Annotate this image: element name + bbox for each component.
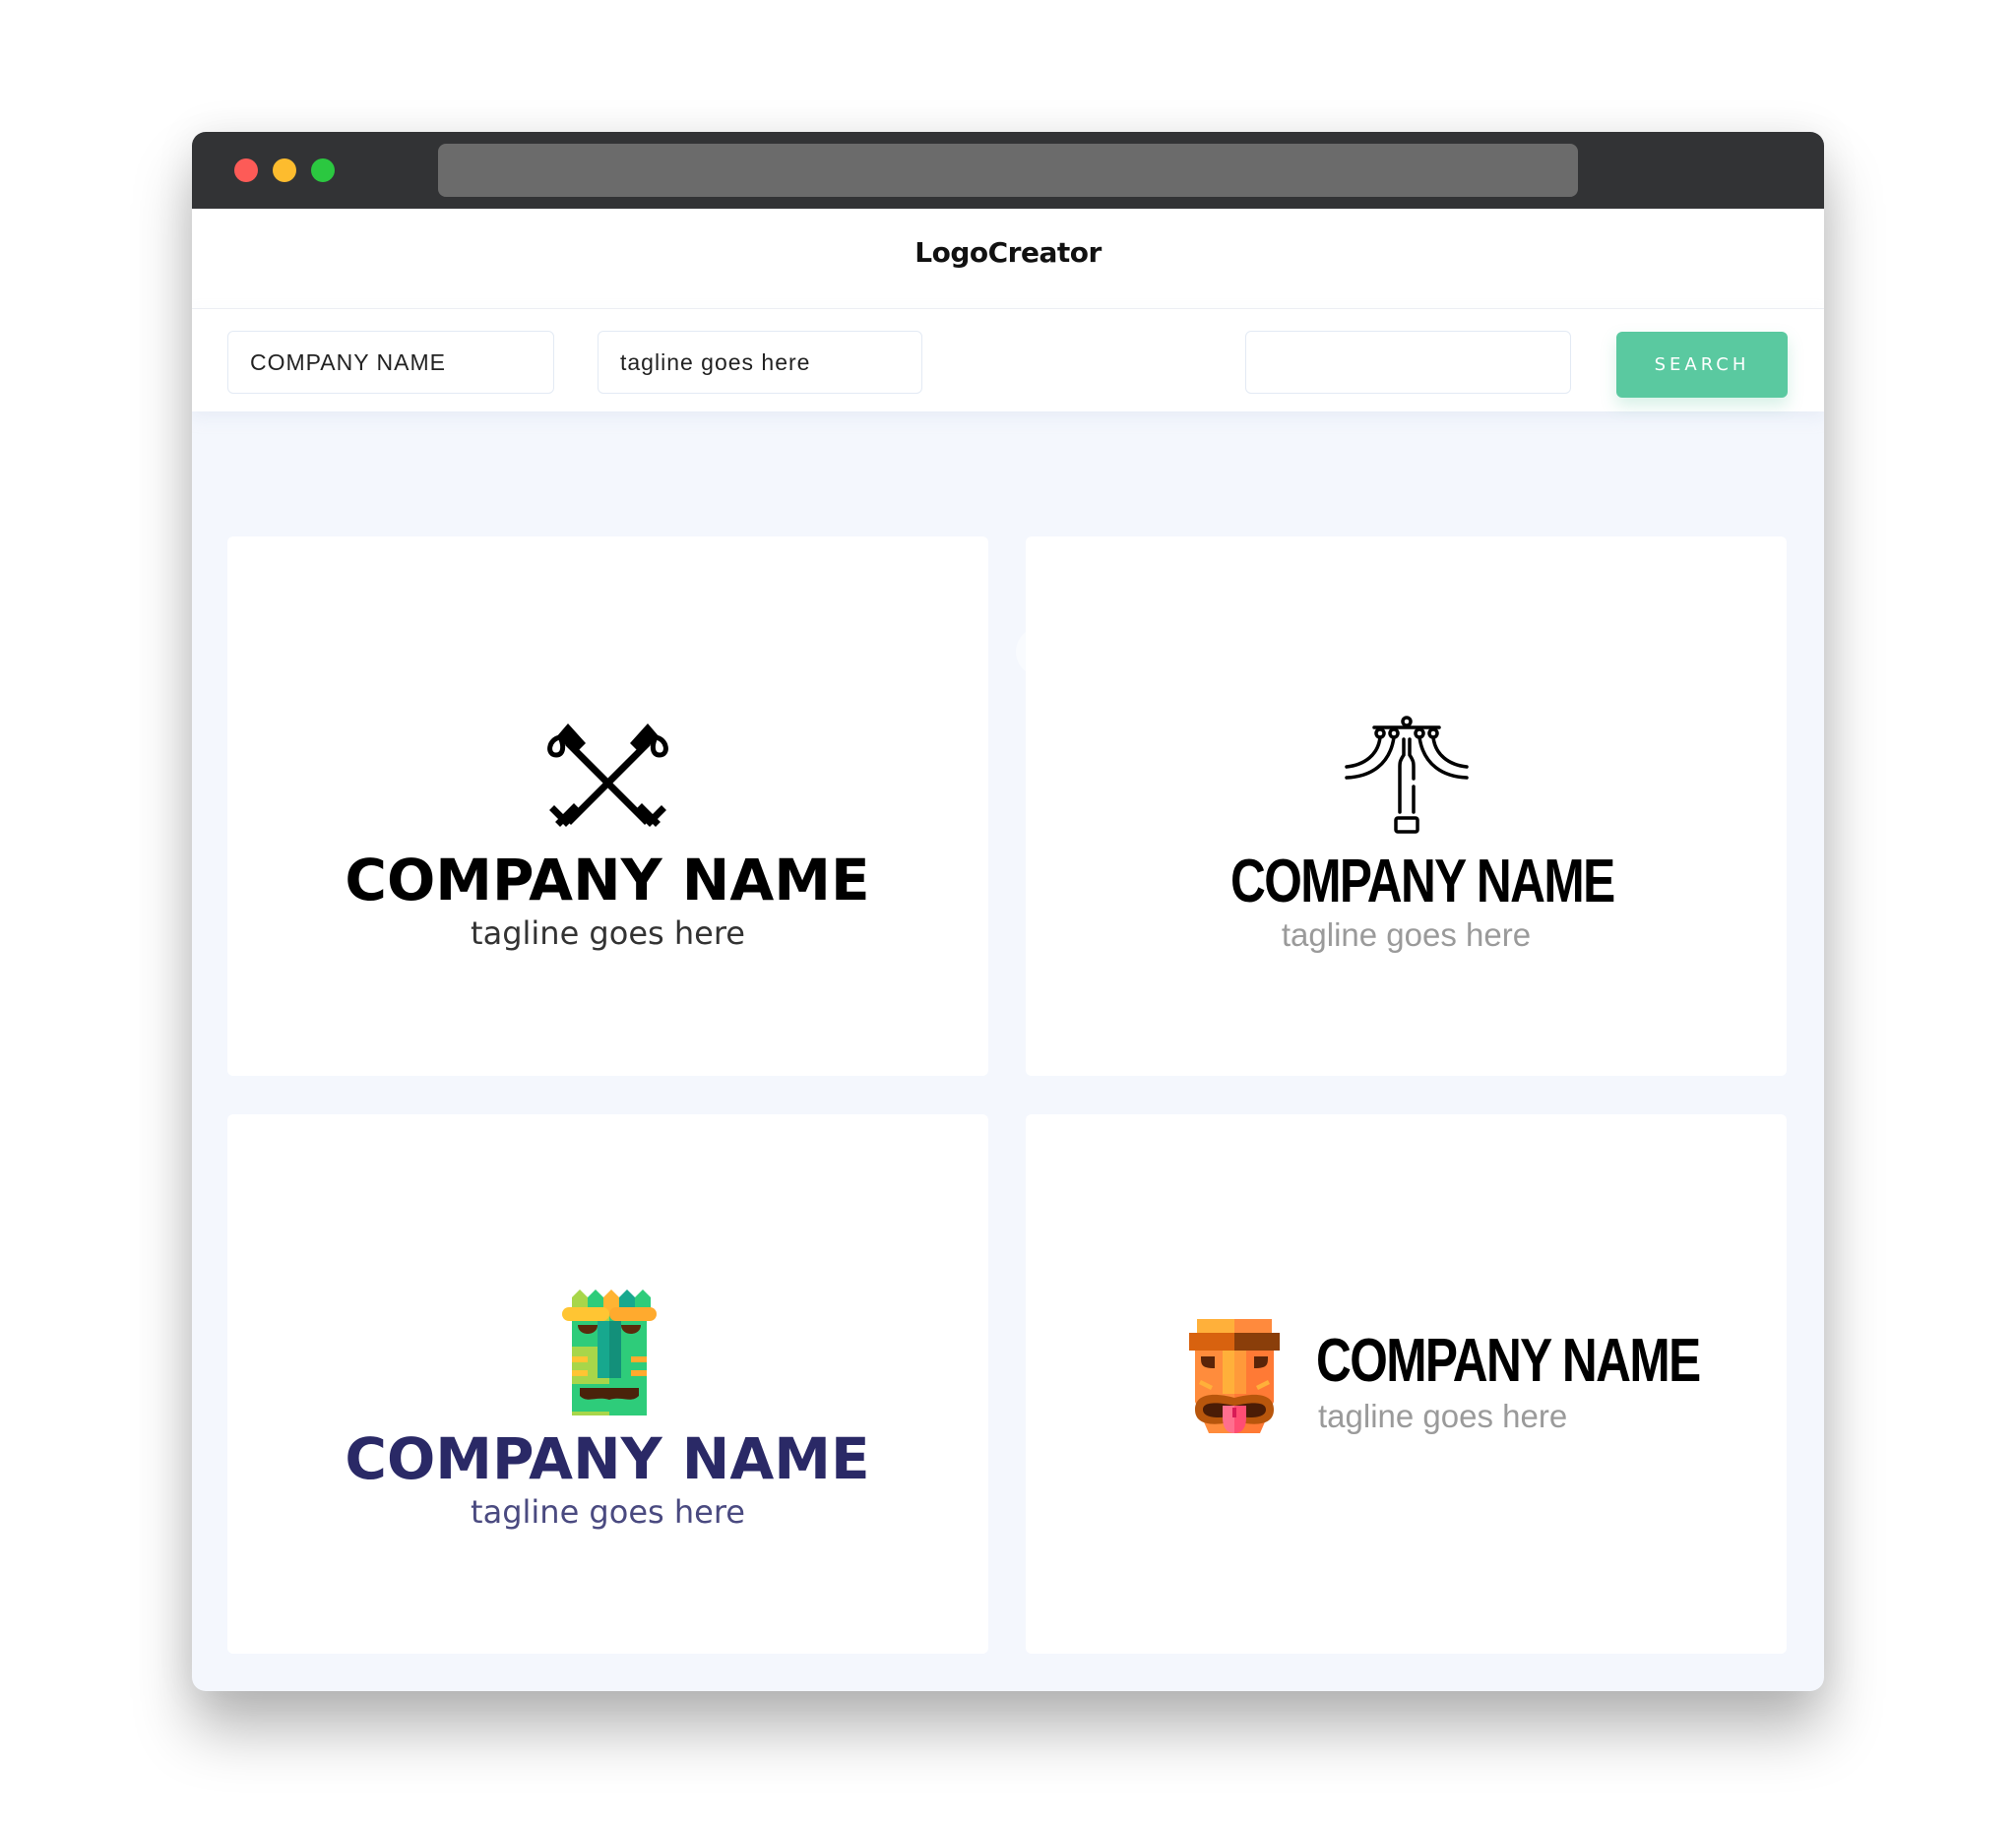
logo-tagline: tagline goes here xyxy=(471,1493,745,1531)
close-window-button[interactable] xyxy=(234,158,258,182)
green-tiki-mask-icon xyxy=(562,1289,657,1415)
address-bar[interactable] xyxy=(438,144,1578,197)
app-title: LogoCreator xyxy=(914,236,1102,269)
minimize-window-button[interactable] xyxy=(273,158,296,182)
logo-company-name: COMPANY NAME xyxy=(345,1425,870,1492)
browser-window: LogoCreator SEARCH Abstract Agriculture xyxy=(192,132,1824,1691)
crossed-keys-icon xyxy=(547,723,668,827)
maximize-window-button[interactable] xyxy=(311,158,335,182)
keyword-input[interactable] xyxy=(1245,331,1571,394)
power-pole-icon xyxy=(1345,716,1469,834)
logo-tagline: tagline goes here xyxy=(1281,916,1532,953)
orange-tiki-mask-icon xyxy=(1189,1319,1280,1433)
logo-card[interactable]: COMPANY NAME tagline goes here xyxy=(227,1114,988,1654)
search-button[interactable]: SEARCH xyxy=(1616,332,1788,398)
logo-tagline: tagline goes here xyxy=(1318,1398,1568,1434)
logo-card[interactable]: COMPANY NAME tagline goes here xyxy=(1026,536,1787,1076)
logo-company-name: COMPANY NAME xyxy=(1230,848,1615,915)
app-header: LogoCreator xyxy=(192,209,1824,309)
logo-company-name: COMPANY NAME xyxy=(345,847,870,913)
company-name-input[interactable] xyxy=(227,331,554,394)
search-panel: SEARCH xyxy=(192,309,1824,411)
logo-tagline: tagline goes here xyxy=(471,914,745,952)
tagline-input[interactable] xyxy=(598,331,922,394)
search-section: SEARCH Abstract Agriculture Airline xyxy=(192,309,1824,681)
logo-card[interactable]: COMPANY NAME tagline goes here xyxy=(1026,1114,1787,1654)
logo-company-name: COMPANY NAME xyxy=(1316,1327,1701,1395)
logo-card[interactable]: COMPANY NAME tagline goes here xyxy=(227,536,988,1076)
title-bar xyxy=(192,132,1824,209)
